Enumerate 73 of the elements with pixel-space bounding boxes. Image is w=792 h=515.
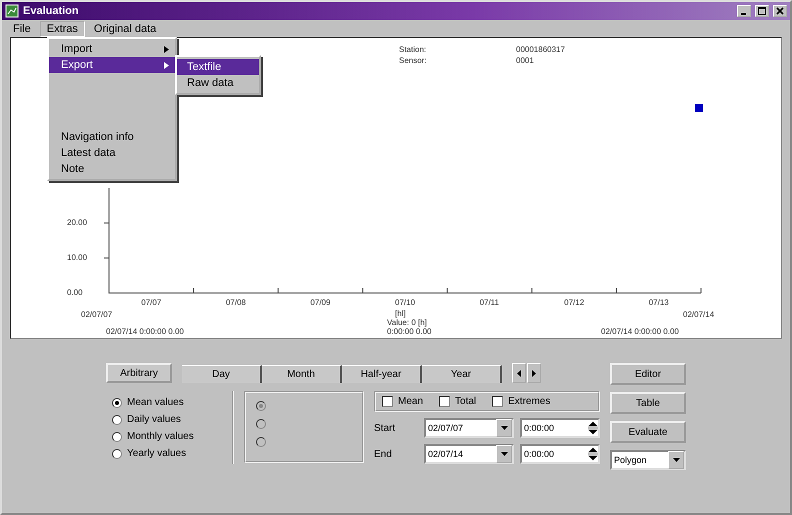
x-tick-label: 07/09 — [310, 298, 330, 307]
radio-button[interactable] — [256, 401, 266, 411]
cursor-label: 0:00:00 0.00 — [387, 327, 432, 336]
period-tab[interactable]: Arbitrary — [106, 363, 172, 383]
cursor-label: [hl] — [395, 309, 406, 318]
checkbox-option[interactable]: Mean — [382, 396, 424, 407]
maximize-button[interactable] — [755, 5, 769, 17]
date-dropdown[interactable]: 02/07/07 — [424, 418, 514, 438]
period-tab[interactable]: Half-year — [342, 365, 422, 383]
date-dropdown[interactable]: 02/07/14 — [424, 444, 514, 464]
y-tick-label: 0.00 — [67, 288, 83, 297]
right-arrow-icon — [532, 370, 536, 376]
checkbox-option[interactable]: Total — [439, 396, 476, 407]
menu-entry[interactable]: Navigation info — [49, 129, 175, 145]
info-label: Station: — [399, 45, 426, 54]
spinner-icon — [588, 447, 598, 461]
dropdown-arrow-icon — [500, 426, 508, 430]
dropdown-arrow-icon — [672, 458, 680, 462]
x-tick-label: 07/10 — [395, 298, 416, 307]
reading-label: 02/07/14 0:00:00 0.00 — [106, 327, 184, 336]
reading-label: 02/07/14 0:00:00 0.00 — [601, 327, 679, 336]
action-button[interactable]: Table — [610, 392, 686, 414]
scroll-left-button[interactable] — [512, 363, 526, 383]
left-arrow-icon — [517, 370, 521, 376]
x-tick-label: 07/12 — [564, 298, 584, 307]
legend-marker-icon — [695, 104, 703, 112]
checkbox-option[interactable]: Extremes — [492, 396, 550, 407]
action-button[interactable]: Editor — [610, 363, 686, 385]
period-tab[interactable]: Month — [262, 365, 342, 383]
menu-entry[interactable]: Export — [49, 57, 175, 73]
menu-item[interactable]: Original data — [86, 20, 164, 36]
x-tick-label: 07/13 — [648, 298, 669, 307]
display-mode-dropdown[interactable]: Polygon — [610, 450, 686, 470]
app-icon — [5, 4, 19, 18]
cursor-label: Value: 0 [h] — [387, 318, 427, 327]
maximize-icon — [758, 7, 766, 15]
y-tick-label: 20.00 — [67, 218, 88, 227]
end-date-label: 02/07/14 — [683, 310, 714, 319]
radio-option[interactable]: Mean values — [112, 397, 232, 408]
radio-option[interactable]: Daily values — [112, 414, 232, 425]
menu-item[interactable]: Extras — [40, 20, 85, 36]
menu-entry[interactable]: Latest data — [49, 145, 175, 161]
close-button[interactable] — [773, 5, 787, 17]
scroll-right-button[interactable] — [527, 363, 541, 383]
menu-entry[interactable]: Note — [49, 161, 175, 177]
info-value: 0001 — [516, 56, 534, 65]
window-title: Evaluation — [23, 5, 80, 17]
radio-button[interactable] — [256, 437, 266, 447]
spinner-icon — [588, 421, 598, 435]
menu-entry[interactable]: Import — [49, 41, 175, 57]
time-field[interactable]: 0:00:00 — [520, 444, 600, 464]
time-field[interactable]: 0:00:00 — [520, 418, 600, 438]
minimize-button[interactable] — [737, 5, 751, 17]
menu-entry[interactable]: Raw data — [177, 75, 259, 91]
x-tick-label: 07/08 — [226, 298, 246, 307]
radio-option[interactable]: Monthly values — [112, 431, 232, 442]
dropdown-arrow-icon — [500, 452, 508, 456]
menu-entry[interactable]: Textfile — [177, 59, 259, 75]
info-label: Sensor: — [399, 56, 427, 65]
close-icon — [776, 7, 784, 15]
period-tab[interactable]: Day — [182, 365, 262, 383]
menu-item[interactable]: File — [6, 20, 38, 36]
x-tick-label: 07/11 — [480, 298, 499, 307]
action-button[interactable]: Evaluate — [610, 421, 686, 443]
period-tab[interactable]: Year — [422, 365, 502, 383]
start-label: Start — [374, 422, 396, 434]
x-tick-label: 07/07 — [141, 298, 162, 307]
radio-option[interactable]: Yearly values — [112, 448, 232, 459]
radio-button[interactable] — [256, 419, 266, 429]
end-label: End — [374, 448, 393, 460]
y-tick-label: 10.00 — [67, 253, 88, 262]
info-value: 00001860317 — [516, 45, 565, 54]
start-date-label: 02/07/07 — [81, 310, 112, 319]
